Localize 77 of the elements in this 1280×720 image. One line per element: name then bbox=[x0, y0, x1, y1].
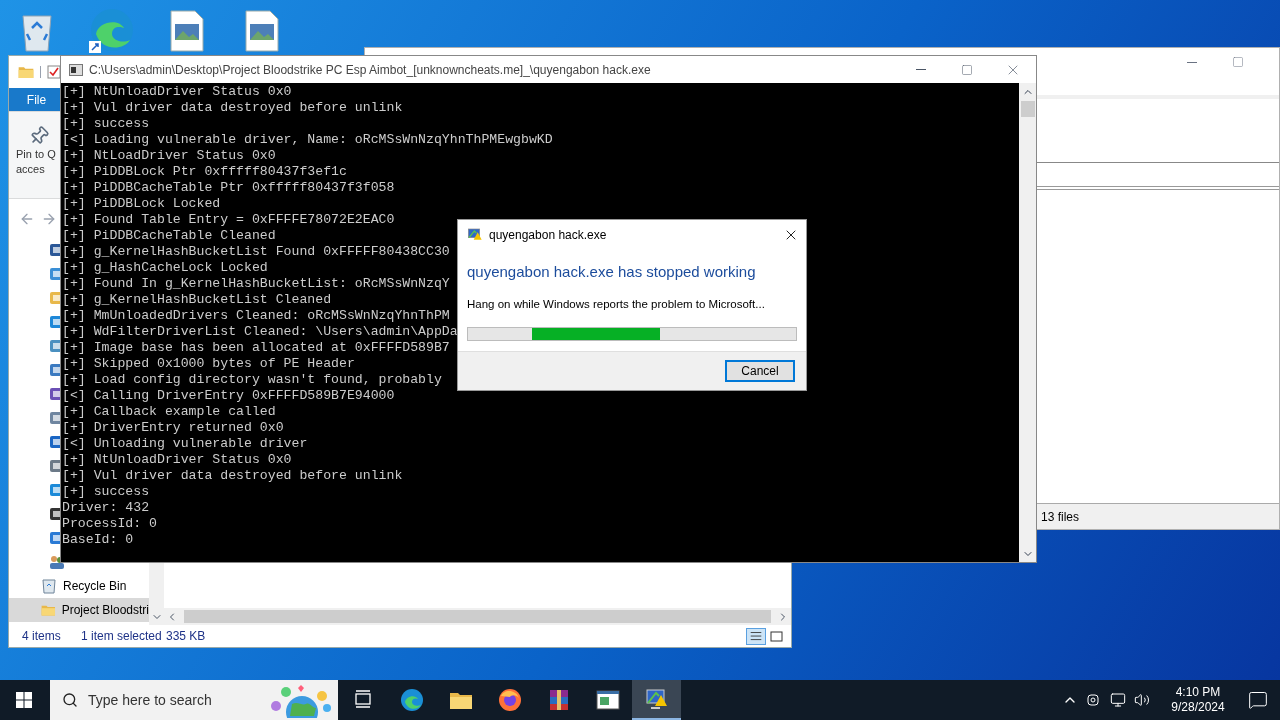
folder-icon bbox=[18, 64, 34, 80]
maximize-icon bbox=[961, 63, 973, 76]
properties-icon[interactable] bbox=[47, 65, 61, 79]
console-line: [+] MmUnloadedDrivers Cleaned: oRcMSsWnNzqYhnThPM bbox=[62, 308, 450, 324]
console-line: [+] Image base has been allocated at 0xFFFFD589B7 bbox=[62, 340, 450, 356]
console-line: [+] g_KernelHashBucketList Cleaned bbox=[62, 292, 332, 308]
edge-icon[interactable] bbox=[88, 8, 136, 54]
back-arrow-icon[interactable] bbox=[19, 211, 35, 227]
scroll-thumb[interactable] bbox=[184, 610, 771, 623]
dialog-message: Hang on while Windows reports the problem to Microsoft... bbox=[467, 296, 766, 312]
status-text: 13 files bbox=[1041, 508, 1080, 526]
maximize-icon bbox=[1232, 56, 1244, 68]
console-line: [+] Vul driver data destroyed before unlink bbox=[62, 100, 403, 116]
nav-item[interactable]: Project Bloodstri bbox=[9, 598, 149, 622]
volume-icon[interactable] bbox=[1134, 692, 1150, 708]
console-line: [+] WdFilterDriverList Cleaned: \Users\admin\AppDa bbox=[62, 324, 458, 340]
console-line: [+] success bbox=[62, 116, 150, 132]
console-icon bbox=[69, 63, 83, 76]
nav-item[interactable]: Recycle Bin bbox=[9, 574, 149, 598]
scroll-thumb[interactable] bbox=[1020, 101, 1035, 117]
minimize-icon bbox=[1187, 61, 1197, 63]
selection-info: 1 item selected bbox=[81, 628, 163, 645]
pin-label: Pin to Q bbox=[15, 148, 56, 161]
vertical-scrollbar[interactable] bbox=[1019, 83, 1036, 562]
dialog-heading: quyengabon hack.exe has stopped working bbox=[467, 262, 757, 282]
firefox-icon bbox=[497, 688, 522, 712]
console-line: [+] Load config directory wasn't found, probably bbox=[62, 372, 442, 388]
file-size: 335 KB bbox=[166, 628, 206, 645]
console-line: [+] Found Table Entry = 0xFFFFE78072E2EAC0 bbox=[62, 212, 395, 228]
console-line: [<] Unloading vulnerable driver bbox=[62, 436, 308, 452]
search-field[interactable]: Type here to search bbox=[88, 689, 248, 711]
meet-icon[interactable] bbox=[1086, 692, 1102, 708]
cancel-button[interactable]: Cancel bbox=[725, 360, 795, 382]
error-report-icon bbox=[644, 687, 669, 711]
users-icon bbox=[49, 554, 65, 570]
console-line: [+] NtUnloadDriver Status 0x0 bbox=[62, 452, 292, 468]
clock[interactable]: 4:10 PM 9/28/2024 bbox=[1160, 685, 1236, 715]
window-title: C:\Users\admin\Desktop\Project Bloodstrike PC Esp Aimbot_[unknowncheats.me]_\quyengabon hack.exe bbox=[89, 61, 651, 79]
error-report-icon bbox=[467, 226, 483, 243]
console-line: ProcessId: 0 bbox=[62, 516, 157, 532]
console-line: [+] g_KernelHashBucketList Found 0xFFFFF80438CC30 bbox=[62, 244, 450, 260]
console-line: BaseId: 0 bbox=[62, 532, 134, 548]
console-line: [+] PiDDBCacheTable Ptr 0xfffff80437f3f058 bbox=[62, 180, 395, 196]
taskbar-app[interactable] bbox=[632, 680, 681, 720]
console-line: [+] Found In g_KernelHashBucketList: oRcMSsWnNzqY bbox=[62, 276, 450, 292]
image-file-icon[interactable] bbox=[245, 10, 279, 52]
image-file-icon[interactable] bbox=[170, 10, 204, 52]
console-line: [+] Callback example called bbox=[62, 404, 276, 420]
console-line: [+] PiDDBLock Locked bbox=[62, 196, 221, 212]
recycle-bin-icon bbox=[41, 578, 57, 594]
minimize-icon bbox=[916, 69, 926, 70]
console-line: [+] PiDDBLock Ptr 0xfffff80437f3ef1c bbox=[62, 164, 347, 180]
forward-arrow-icon[interactable] bbox=[41, 211, 57, 227]
console-line: [+] NtUnloadDriver Status 0x0 bbox=[62, 84, 292, 100]
details-view-icon[interactable] bbox=[746, 627, 766, 645]
console-line: [+] g_HashCacheLock Locked bbox=[62, 260, 268, 276]
notifications-icon[interactable] bbox=[1248, 690, 1268, 710]
network-icon[interactable] bbox=[1110, 692, 1126, 708]
console-line: [+] Vul driver data destroyed before unlink bbox=[62, 468, 403, 484]
console-line: [+] Skipped 0x1000 bytes of PE Header bbox=[62, 356, 355, 372]
search-icon bbox=[62, 692, 78, 708]
console-line: Driver: 432 bbox=[62, 500, 150, 516]
window-icon bbox=[595, 688, 620, 712]
dialog-title: quyengabon hack.exe bbox=[489, 226, 607, 244]
pin-label: acces bbox=[15, 163, 45, 176]
console-line: [<] Calling DriverEntry 0xFFFFD589B7E94000 bbox=[62, 388, 395, 404]
console-line: [+] success bbox=[62, 484, 150, 500]
console-line: [+] PiDDBCacheTable Cleaned bbox=[62, 228, 276, 244]
task-view-icon bbox=[352, 690, 373, 710]
item-count: 4 items bbox=[22, 628, 62, 645]
console-line: [+] NtLoadDriver Status 0x0 bbox=[62, 148, 276, 164]
console-line: [+] DriverEntry returned 0x0 bbox=[62, 420, 284, 436]
horizontal-scrollbar[interactable] bbox=[164, 608, 791, 625]
windows-icon bbox=[16, 692, 32, 708]
console-line: [<] Loading vulnerable driver, Name: oRcMSsWnNzqYhnThPMEwgbwKD bbox=[62, 132, 553, 148]
edge-icon bbox=[399, 688, 424, 712]
search-bar[interactable]: Type here to search bbox=[50, 680, 338, 720]
